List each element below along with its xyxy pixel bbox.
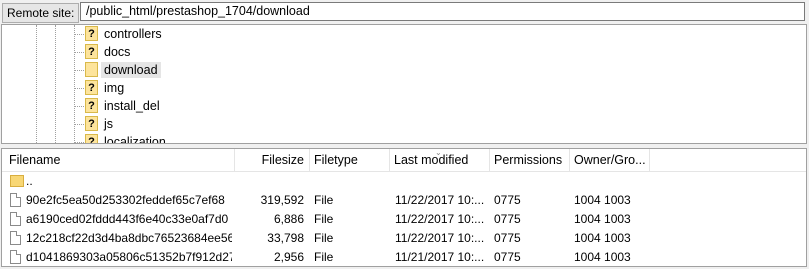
file-modified: 11/22/2017 10:... (395, 231, 485, 245)
file-modified: 11/22/2017 10:... (395, 193, 485, 207)
file-modified: 11/21/2017 10:... (395, 250, 485, 264)
file-icon (10, 250, 21, 264)
file-permissions: 0775 (494, 193, 521, 207)
file-row[interactable]: a6190ced02fddd443f6e40c33e0af7d0 6,886 F… (2, 210, 806, 229)
column-header-permissions[interactable]: Permissions (489, 149, 569, 171)
remote-site-label: Remote site: (2, 3, 80, 23)
column-header-owner-group[interactable]: Owner/Gro... (569, 149, 649, 171)
question-folder-icon: ? (85, 26, 98, 41)
file-icon (10, 212, 21, 226)
column-header-filetype[interactable]: Filetype (309, 149, 389, 171)
file-permissions: 0775 (494, 231, 521, 245)
file-type: File (314, 212, 334, 226)
file-owner: 1004 1003 (574, 231, 631, 245)
remote-site-bar: Remote site: /public_html/prestashop_170… (0, 0, 809, 25)
remote-directory-tree[interactable]: ? controllers ? docs download ? img ? in… (1, 24, 807, 144)
tree-item-label: controllers (104, 27, 162, 41)
tree-item-controllers[interactable]: ? controllers (2, 25, 806, 43)
file-icon (10, 193, 21, 207)
tree-item-install-del[interactable]: ? install_del (2, 97, 806, 115)
tree-item-label: download (101, 62, 161, 78)
file-size: 2,956 (273, 250, 304, 264)
tree-item-img[interactable]: ? img (2, 79, 806, 97)
file-name: .. (26, 174, 33, 188)
file-name: 12c218cf22d3d4ba8dbc76523684ee56 (26, 231, 232, 245)
tree-item-localization[interactable]: ? localization (2, 133, 806, 144)
file-size: 33,798 (267, 231, 304, 245)
file-row[interactable]: 90e2fc5ea50d253302feddef65c7ef68 319,592… (2, 191, 806, 210)
file-row[interactable]: 12c218cf22d3d4ba8dbc76523684ee56 33,798 … (2, 229, 806, 248)
tree-item-label: img (104, 81, 125, 95)
file-icon (10, 231, 21, 245)
question-folder-icon: ? (85, 44, 98, 59)
tree-item-js[interactable]: ? js (2, 115, 806, 133)
tree-item-label: install_del (104, 99, 160, 113)
file-size: 6,886 (273, 212, 304, 226)
question-folder-icon: ? (85, 98, 98, 113)
folder-icon (10, 175, 24, 187)
remote-site-path-input[interactable]: /public_html/prestashop_1704/download (80, 2, 805, 21)
column-header-filename[interactable]: Filename (4, 149, 234, 171)
file-owner: 1004 1003 (574, 193, 631, 207)
file-type: File (314, 193, 334, 207)
file-type: File (314, 250, 334, 264)
file-type: File (314, 231, 334, 245)
tree-item-label: localization (104, 135, 166, 144)
file-name: a6190ced02fddd443f6e40c33e0af7d0 (26, 212, 229, 226)
tree-item-label: js (104, 117, 114, 131)
file-size: 319,592 (260, 193, 304, 207)
file-owner: 1004 1003 (574, 212, 631, 226)
question-folder-icon: ? (85, 116, 98, 131)
file-row[interactable]: d1041869303a05806c51352b7f912d27 2,956 F… (2, 248, 806, 266)
file-list-header: Filename Filesize Filetype Last modified… (2, 149, 806, 172)
file-name: 90e2fc5ea50d253302feddef65c7ef68 (26, 193, 225, 207)
file-row-parent[interactable]: .. (2, 172, 806, 191)
tree-item-label: docs (104, 45, 131, 59)
tree-item-download[interactable]: download (2, 61, 806, 79)
sort-descending-icon: ⌄ (435, 148, 442, 157)
tree-item-docs[interactable]: ? docs (2, 43, 806, 61)
question-folder-icon: ? (85, 134, 98, 143)
folder-icon (85, 62, 98, 77)
file-permissions: 0775 (494, 212, 521, 226)
file-permissions: 0775 (494, 250, 521, 264)
file-owner: 1004 1003 (574, 250, 631, 264)
file-name: d1041869303a05806c51352b7f912d27 (26, 250, 232, 264)
column-header-filesize[interactable]: Filesize (234, 149, 309, 171)
question-folder-icon: ? (85, 80, 98, 95)
remote-file-list[interactable]: Filename Filesize Filetype Last modified… (1, 148, 807, 267)
file-modified: 11/22/2017 10:... (395, 212, 485, 226)
